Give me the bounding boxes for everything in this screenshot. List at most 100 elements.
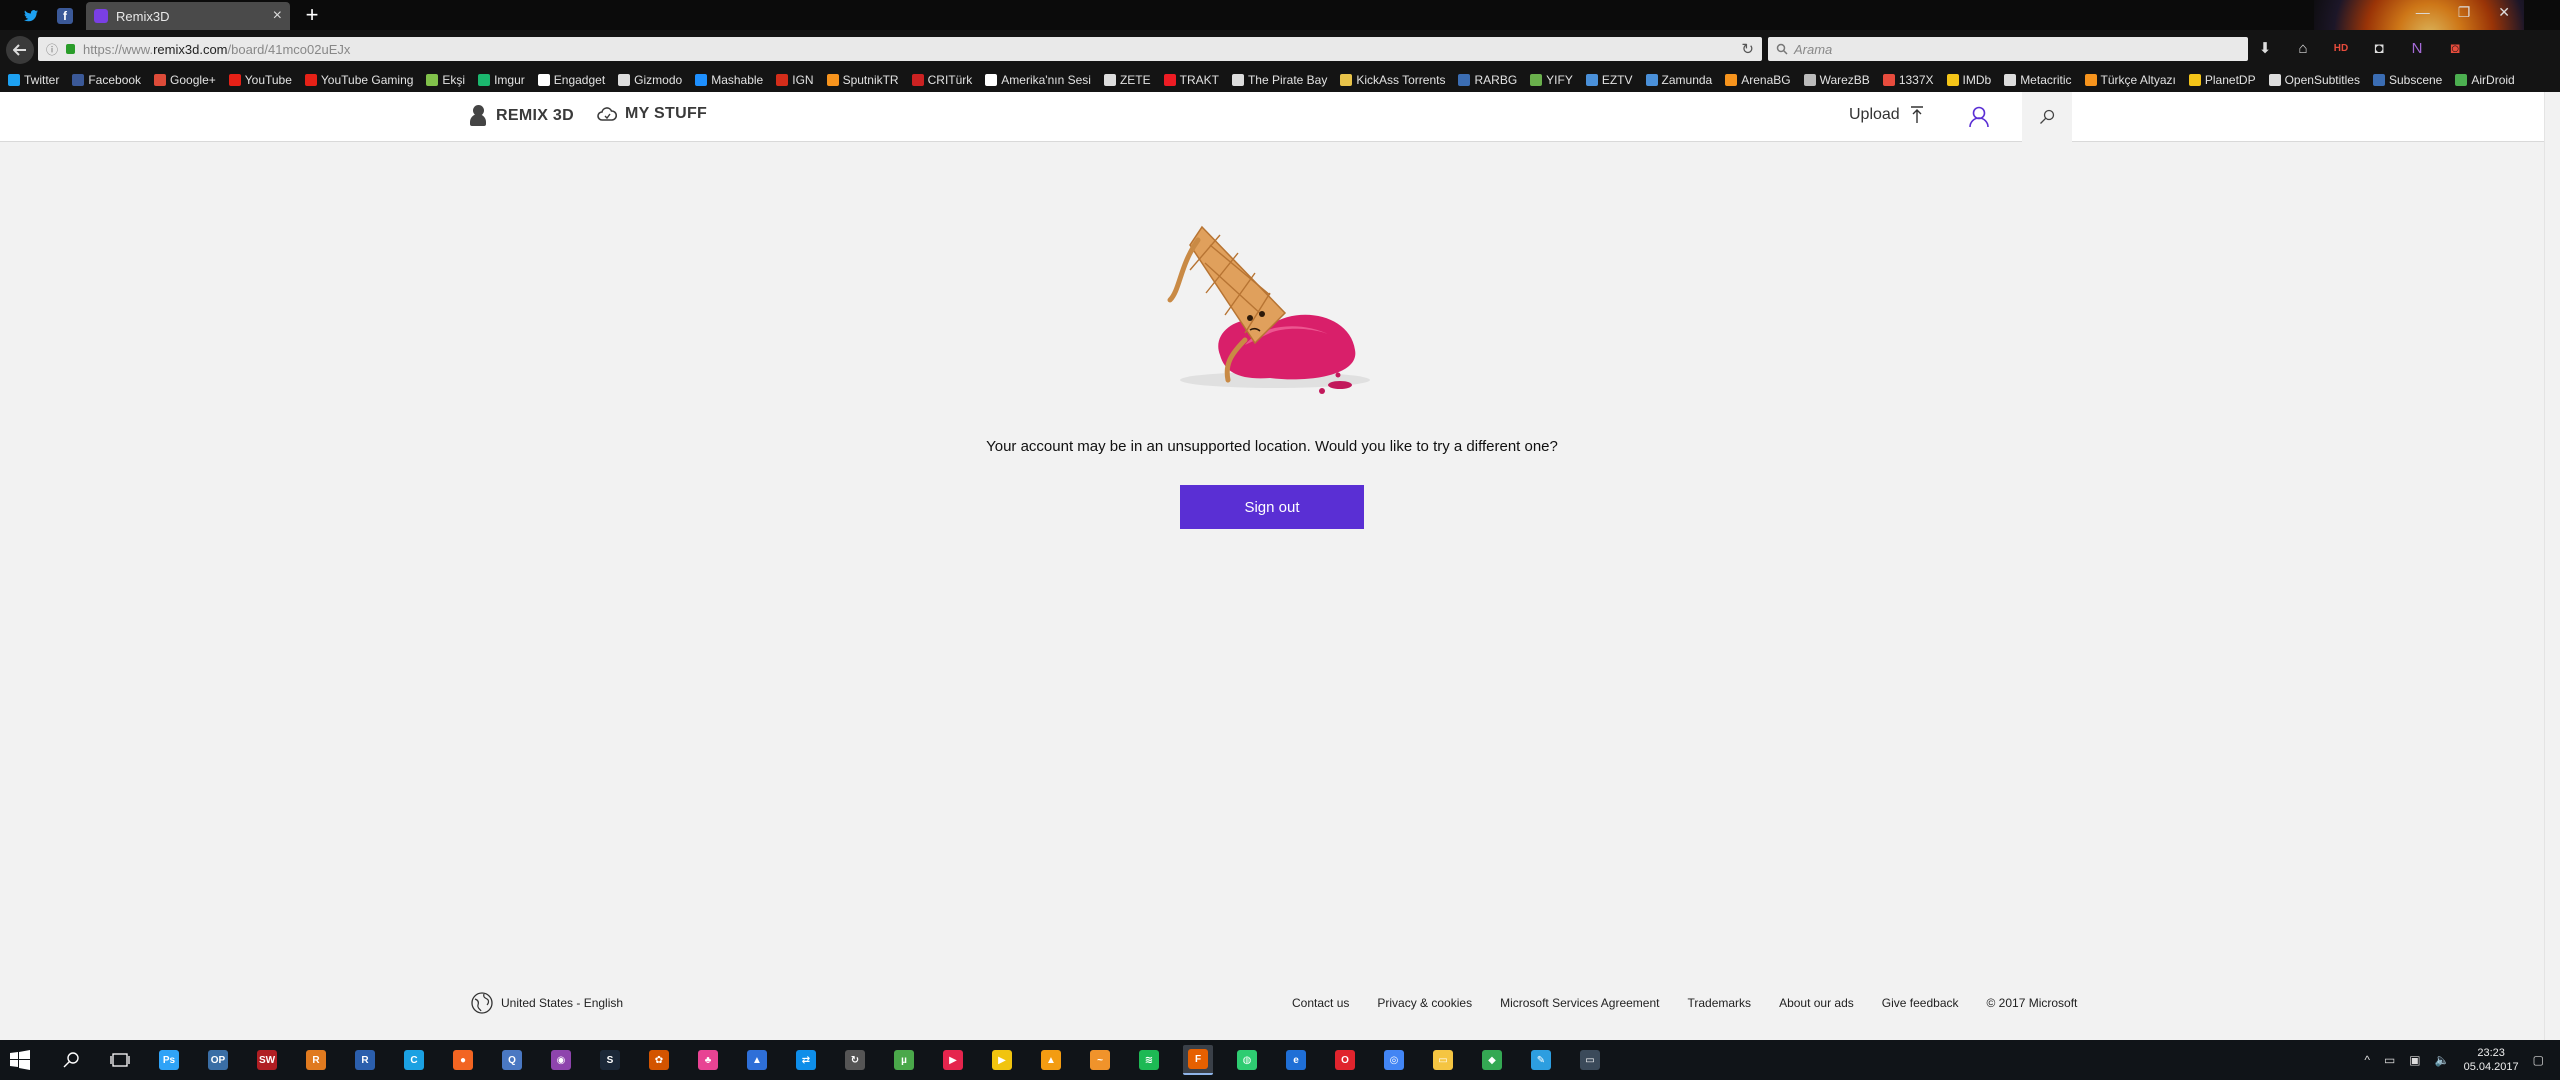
restore-icon[interactable]: ❐ — [2458, 4, 2471, 21]
onenote-icon[interactable]: N — [2408, 38, 2426, 58]
taskbar-app-chrome[interactable]: ◎ — [1379, 1045, 1409, 1075]
taskbar-app-r-app-blue[interactable]: R — [350, 1045, 380, 1075]
bookmark-item[interactable]: Facebook — [72, 73, 141, 87]
bookmark-item[interactable]: The Pirate Bay — [1231, 73, 1327, 87]
start-button[interactable] — [10, 1050, 30, 1070]
taskbar-app-cog-app[interactable]: ✿ — [644, 1045, 674, 1075]
volume-icon[interactable]: 🔈 — [2435, 1053, 2450, 1067]
taskbar-app-op-app[interactable]: OP — [203, 1045, 233, 1075]
taskbar-app-shield-app[interactable]: ▲ — [742, 1045, 772, 1075]
home-icon[interactable]: ⌂ — [2294, 38, 2312, 58]
sign-out-button[interactable]: Sign out — [1180, 485, 1364, 529]
chevron-up-icon[interactable]: ^ — [2364, 1053, 2370, 1067]
footer-link[interactable]: About our ads — [1779, 996, 1854, 1010]
bookmark-item[interactable]: Subscene — [2372, 73, 2442, 87]
bookmark-item[interactable]: WarezBB — [1803, 73, 1870, 87]
taskbar-app-steam[interactable]: S — [595, 1045, 625, 1075]
footer-link[interactable]: Give feedback — [1882, 996, 1959, 1010]
taskbar-app-spotify[interactable]: ≋ — [1134, 1045, 1164, 1075]
taskbar-app-window-app[interactable]: ▭ — [1575, 1045, 1605, 1075]
taskbar-app-warning-app[interactable]: ▲ — [1036, 1045, 1066, 1075]
footer-link[interactable]: Privacy & cookies — [1377, 996, 1472, 1010]
taskbar-app-sync-app[interactable]: ↻ — [840, 1045, 870, 1075]
bookmark-item[interactable]: IGN — [776, 73, 814, 87]
reload-icon[interactable]: ↻ — [1741, 40, 1754, 58]
bookmark-item[interactable]: Twitter — [8, 73, 59, 87]
address-bar[interactable]: ⓘ https://www.remix3d.com/board/41mco02u… — [38, 37, 1762, 61]
taskbar-app-purple-app[interactable]: ◉ — [546, 1045, 576, 1075]
info-icon[interactable]: ⓘ — [46, 41, 58, 58]
pocket-icon[interactable]: ◘ — [2370, 38, 2388, 58]
bookmark-item[interactable]: KickAss Torrents — [1340, 73, 1445, 87]
minimize-icon[interactable]: — — [2416, 4, 2430, 20]
my-stuff-link[interactable]: MY STUFF — [597, 105, 707, 123]
bookmark-item[interactable]: ArenaBG — [1725, 73, 1791, 87]
footer-link[interactable]: Microsoft Services Agreement — [1500, 996, 1659, 1010]
bookmark-item[interactable]: ZETE — [1103, 73, 1151, 87]
taskbar-app-fl-app[interactable]: ~ — [1085, 1045, 1115, 1075]
taskbar-app-utorrent[interactable]: µ — [889, 1045, 919, 1075]
pinned-tab-facebook[interactable]: f — [50, 3, 80, 29]
bookmark-item[interactable]: YouTube Gaming — [304, 73, 413, 87]
bookmark-item[interactable]: TRAKT — [1163, 73, 1219, 87]
taskbar-app-c-app[interactable]: C — [399, 1045, 429, 1075]
remix3d-logo-link[interactable]: REMIX 3D — [470, 105, 574, 127]
taskbar-app-r-app-orange[interactable]: R — [301, 1045, 331, 1075]
bookmark-item[interactable]: CRITürk — [911, 73, 972, 87]
taskbar-app-maps-app[interactable]: ◆ — [1477, 1045, 1507, 1075]
hd-extension-icon[interactable]: HD — [2332, 38, 2350, 58]
download-icon[interactable]: ⬇ — [2256, 38, 2274, 58]
page-scrollbar[interactable] — [2544, 92, 2560, 1042]
bookmark-item[interactable]: Gizmodo — [618, 73, 682, 87]
bookmark-item[interactable]: Zamunda — [1645, 73, 1712, 87]
taskbar-app-paint-app[interactable]: ✎ — [1526, 1045, 1556, 1075]
clock[interactable]: 23:23 05.04.2017 — [2464, 1046, 2519, 1074]
taskbar-app-play-app[interactable]: ▶ — [938, 1045, 968, 1075]
taskbar-app-sw-app[interactable]: SW — [252, 1045, 282, 1075]
bookmark-item[interactable]: Türkçe Altyazı — [2084, 73, 2176, 87]
taskbar-app-teamviewer[interactable]: ⇄ — [791, 1045, 821, 1075]
bookmark-item[interactable]: Amerika'nın Sesi — [985, 73, 1091, 87]
footer-link[interactable]: Contact us — [1292, 996, 1349, 1010]
bookmark-item[interactable]: RARBG — [1458, 73, 1517, 87]
bookmark-item[interactable]: IMDb — [1946, 73, 1991, 87]
back-button[interactable] — [6, 36, 34, 64]
bookmark-item[interactable]: 1337X — [1882, 73, 1934, 87]
bookmark-item[interactable]: SputnikTR — [826, 73, 899, 87]
battery-icon[interactable]: ▭ — [2384, 1053, 2395, 1067]
task-view-button[interactable] — [105, 1045, 135, 1075]
bookmark-item[interactable]: Google+ — [154, 73, 216, 87]
bookmark-item[interactable]: EZTV — [1585, 73, 1633, 87]
bookmark-item[interactable]: Metacritic — [2004, 73, 2072, 87]
account-button[interactable] — [1966, 102, 1992, 132]
bookmark-item[interactable]: Engadget — [537, 73, 605, 87]
notifications-icon[interactable]: ▢ — [2533, 1053, 2544, 1067]
site-search-button[interactable] — [2022, 92, 2072, 142]
bookmark-item[interactable]: OpenSubtitles — [2268, 73, 2360, 87]
bookmark-item[interactable]: YIFY — [1530, 73, 1573, 87]
taskbar-app-pink-app[interactable]: ♣ — [693, 1045, 723, 1075]
bookmark-item[interactable]: PlanetDP — [2188, 73, 2256, 87]
upload-button[interactable]: Upload — [1849, 106, 1924, 124]
extension-badge-icon[interactable]: ◙ — [2446, 38, 2464, 58]
taskbar-app-yellow-app[interactable]: ▶ — [987, 1045, 1017, 1075]
taskbar-app-q-app[interactable]: Q — [497, 1045, 527, 1075]
browser-search-input[interactable]: Arama — [1768, 37, 2248, 61]
search-taskbar-button[interactable] — [56, 1045, 86, 1075]
bookmark-item[interactable]: AirDroid — [2455, 73, 2515, 87]
network-icon[interactable]: ▣ — [2409, 1053, 2420, 1067]
taskbar-app-photoshop[interactable]: Ps — [154, 1045, 184, 1075]
taskbar-app-file-explorer[interactable]: ▭ — [1428, 1045, 1458, 1075]
locale-selector[interactable]: United States - English — [471, 992, 623, 1014]
taskbar-app-edge[interactable]: e — [1281, 1045, 1311, 1075]
bookmark-item[interactable]: Ekşi — [426, 73, 465, 87]
close-window-icon[interactable]: ✕ — [2498, 4, 2510, 21]
pinned-tab-twitter[interactable] — [16, 3, 46, 29]
new-tab-button[interactable]: + — [300, 2, 324, 28]
bookmark-item[interactable]: Mashable — [695, 73, 763, 87]
close-tab-icon[interactable]: × — [273, 7, 282, 25]
bookmark-item[interactable]: YouTube — [228, 73, 292, 87]
taskbar-app-firefox[interactable]: F — [1183, 1045, 1213, 1075]
tab-remix3d[interactable]: Remix3D × — [86, 2, 290, 30]
taskbar-app-globe-app[interactable]: ◍ — [1232, 1045, 1262, 1075]
